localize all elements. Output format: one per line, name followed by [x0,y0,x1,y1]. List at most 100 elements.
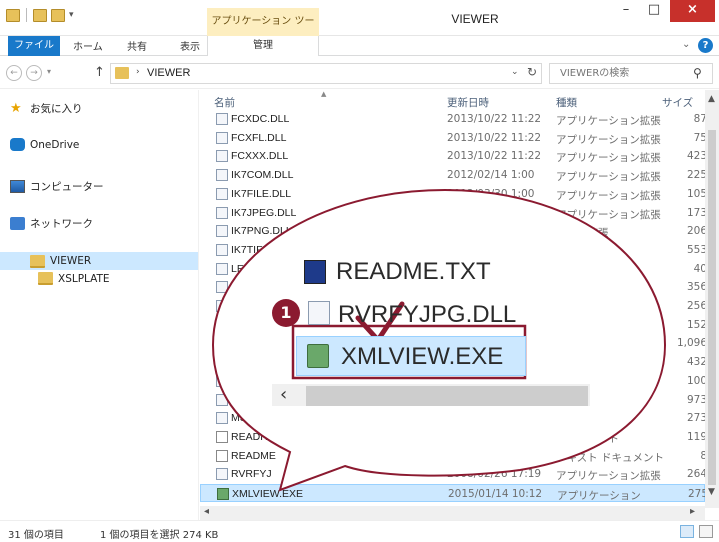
scroll-right-icon[interactable]: ▸ [690,506,695,517]
file-date: 2012/03/30 1:00 [447,187,535,200]
sidebar-item-label: XSLPLATE [58,272,110,285]
folder-icon [30,254,45,268]
file-type: アプリケーション [557,490,641,502]
file-name: XMLVIEW.EXE [232,488,303,500]
file-type: アプリケーション拡張 [556,171,661,184]
table-row[interactable]: IK7FILE.DLL 2012/03/30 1:00 アプリケーション拡張 105 [200,185,705,203]
sidebar-item-favorites[interactable]: ★ お気に入り [10,101,83,116]
file-type: アプリケーション拡張 [556,152,661,165]
sidebar-item-label: お気に入り [30,103,83,115]
zoomed-scrollbar: ‹ [272,384,590,406]
search-icon[interactable]: ⚲ [693,66,702,80]
folder-icon [115,67,129,79]
close-button[interactable]: × [670,0,715,22]
file-date: 1:00 [447,206,471,219]
search-box: ⚲ [549,63,713,84]
table-row[interactable]: FCXXX.DLL 2013/10/22 11:22 アプリケーション拡張 423 [200,147,705,165]
search-input[interactable] [550,64,680,83]
file-icon [216,206,228,219]
chevron-down-icon[interactable]: ⌄ [682,39,690,50]
zoomed-file-name: README.TXT [336,258,491,285]
navigation-pane: ★ お気に入り OneDrive コンピューター ネットワーク VIEWER X… [0,90,199,520]
file-date: 2015/01/14 10:12 [448,488,543,500]
file-type: アプリケーション拡張 [556,115,661,127]
customize-toolbar-icon[interactable]: ▾ [69,10,74,20]
sidebar-item-label: ネットワーク [30,218,93,230]
file-size: 87 [693,113,705,125]
quick-access-toolbar: ▾ [6,8,74,22]
context-tab-title: アプリケーション ツール [207,8,319,55]
large-icons-view-icon[interactable] [699,525,713,538]
scroll-left-icon[interactable]: ◂ [204,506,209,517]
sidebar-item-label: OneDrive [30,138,80,151]
up-arrow-icon[interactable]: ↑ [94,65,105,80]
tab-file[interactable]: ファイル [8,36,60,56]
folder-icon [38,272,53,285]
sort-ascending-icon: ▲ [321,90,327,98]
file-type: アプリケーション拡張 [556,208,661,221]
maximize-button[interactable]: □ [640,0,668,22]
refresh-icon[interactable]: ↻ [527,65,537,79]
scroll-down-icon[interactable]: ▼ [708,487,715,497]
title-bar: ▾ アプリケーション ツール VIEWER – □ × [0,0,719,55]
item-count: 31 個の項目 [8,530,64,541]
column-headers: ▲ 名前 更新日時 種類 サイズ [200,90,719,112]
chevron-down-icon[interactable]: ⌄ [511,67,519,77]
sidebar-item-xslplate[interactable]: XSLPLATE [38,272,110,285]
window-title: VIEWER [451,12,499,26]
chevron-right-icon[interactable]: › [136,67,140,77]
table-row[interactable]: IK7COM.DLL 2012/02/14 1:00 アプリケーション拡張 225 [200,166,705,184]
file-icon [216,150,228,163]
zoomed-file-name: RVRFYJPG.DLL [338,301,517,328]
status-bar: 31 個の項目 1 個の項目を選択 274 KB [0,520,719,542]
exe-file-icon [307,344,329,368]
sidebar-item-network[interactable]: ネットワーク [10,216,93,231]
file-size: 173 [686,206,705,219]
scroll-thumb[interactable] [708,130,716,485]
table-row[interactable]: FCXFL.DLL 2013/10/22 11:22 アプリケーション拡張 75 [200,129,705,147]
selection-info: 1 個の項目を選択 274 KB [100,530,219,541]
network-icon [10,217,25,230]
file-name: FCXFL.DLL [231,131,287,144]
column-header-name[interactable]: 名前 [214,95,235,110]
scroll-up-icon[interactable]: ▲ [708,94,715,104]
tab-home[interactable]: ホーム [73,38,103,53]
table-row[interactable]: XMLVIEW.EXE 2015/01/14 10:12 アプリケーション 275 [200,484,705,502]
address-bar[interactable]: › VIEWER ⌄ ↻ [110,63,542,84]
help-icon[interactable]: ? [698,38,713,53]
sidebar-item-viewer[interactable]: VIEWER [0,252,198,270]
properties-icon[interactable] [33,8,47,22]
column-header-type[interactable]: 種類 [556,95,577,110]
back-arrow-icon[interactable]: ← [6,65,22,81]
scroll-left-icon: ‹ [280,384,288,405]
toolbar-divider [26,8,27,22]
minimize-button[interactable]: – [612,0,640,22]
cloud-icon [10,138,25,151]
column-header-date[interactable]: 更新日時 [447,95,489,110]
file-icon [216,169,228,182]
step-number-badge: 1 [272,299,300,327]
sidebar-item-label: VIEWER [50,255,92,267]
table-row[interactable]: FCXDC.DLL 2013/10/22 11:22 アプリケーション拡張 87 [200,110,705,128]
sidebar-item-label: コンピューター [30,181,104,193]
sidebar-item-computer[interactable]: コンピューター [10,179,104,194]
zoomed-file-xmlview: XMLVIEW.EXE [296,336,526,376]
horizontal-scrollbar[interactable]: ◂ ▸ [200,506,705,520]
file-size: 275 [687,488,705,500]
file-name: IK7COM.DLL [231,169,294,182]
recent-locations-icon[interactable]: ▾ [47,67,51,76]
sidebar-item-onedrive[interactable]: OneDrive [10,138,79,151]
folder-icon[interactable] [6,8,20,22]
tab-view[interactable]: 表示 [180,38,200,53]
tab-manage[interactable]: 管理 [207,36,319,56]
file-date: 2012/02/14 1:00 [447,169,535,182]
forward-arrow-icon[interactable]: → [26,65,42,81]
column-header-size[interactable]: サイズ [662,95,693,110]
vertical-scrollbar[interactable]: ▲ ▼ [705,90,719,508]
scroll-thumb [306,386,588,406]
new-folder-icon[interactable] [51,8,65,22]
tab-share[interactable]: 共有 [127,38,147,53]
address-path[interactable]: VIEWER [147,67,190,79]
details-view-icon[interactable] [680,525,694,538]
table-row[interactable]: IK7JPEG.DLL 1:00 アプリケーション拡張 173 [200,204,705,222]
